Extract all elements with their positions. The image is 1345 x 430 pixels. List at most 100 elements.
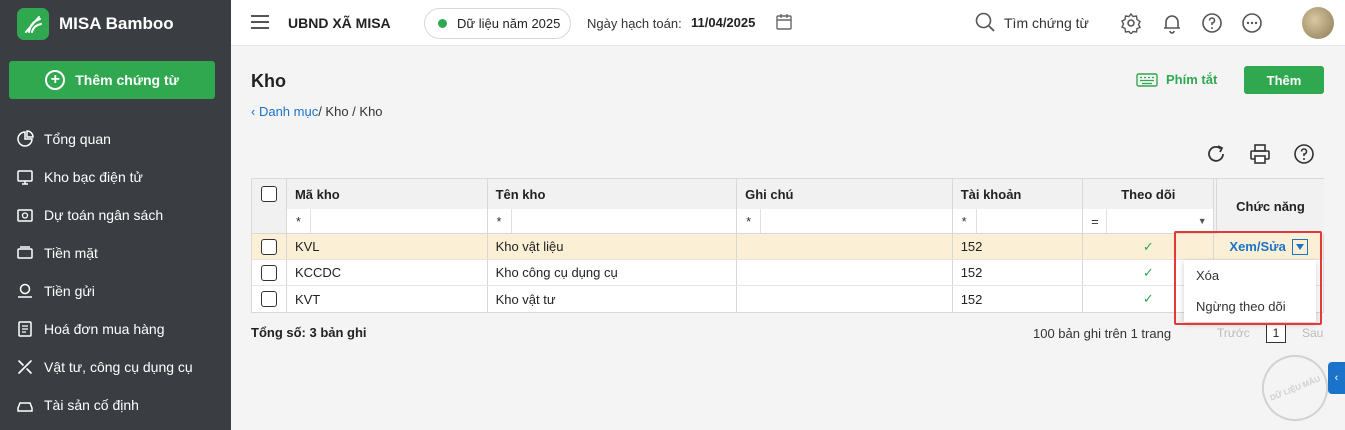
status-dot-icon [438,19,447,28]
pie-chart-icon [15,129,35,149]
breadcrumb-back-link[interactable]: ‹ Danh mục [251,104,318,119]
cash-icon [15,243,35,263]
sidebar-item-overview[interactable]: Tổng quan [0,120,231,158]
cell-note [737,260,953,285]
user-avatar[interactable] [1302,7,1334,39]
tools-icon [15,357,35,377]
sidebar-item-label: Tiền gửi [44,283,95,299]
cell-code: KCCDC [287,260,488,285]
filter-input-code[interactable] [311,209,487,233]
print-icon[interactable] [1249,143,1271,165]
search-input[interactable]: Tìm chứng từ [1004,15,1089,31]
data-year-label: Dữ liệu năm 2025 [457,16,561,31]
row-checkbox[interactable] [260,238,277,255]
cell-code: KVT [287,286,488,312]
add-button[interactable]: Thêm [1244,66,1324,94]
posting-date-label: Ngày hạch toán: [587,16,682,31]
cell-name: Kho vật tư [488,286,738,312]
table-row[interactable]: KVT Kho vật tư 152 ✓ [252,286,1323,312]
column-header-name[interactable]: Tên kho [488,179,738,209]
more-options-icon[interactable] [1241,12,1263,34]
sidebar: MISA Bamboo + Thêm chứng từ Tổng quan Kh… [0,0,231,430]
sidebar-item-label: Tiền mặt [44,245,98,261]
current-page[interactable]: 1 [1266,323,1286,343]
calendar-icon[interactable] [775,13,793,31]
cell-account: 152 [953,286,1084,312]
filter-input-account[interactable] [977,209,1083,233]
cell-name: Kho vật liệu [488,234,738,259]
filter-operator[interactable]: * [488,209,512,233]
cell-name: Kho công cụ dụng cụ [488,260,738,285]
cell-account: 152 [953,234,1084,259]
sidebar-item-label: Kho bạc điện tử [44,169,143,185]
data-year-selector[interactable]: Dữ liệu năm 2025 [424,8,571,39]
chevron-down-icon[interactable]: ▼ [1191,216,1213,226]
filter-operator[interactable]: * [737,209,762,233]
prev-page-button[interactable]: Trước [1217,326,1250,340]
refresh-icon[interactable] [1205,143,1227,165]
add-document-button[interactable]: + Thêm chứng từ [9,61,215,99]
sample-data-watermark: DỮ LIỆU MẪU [1252,345,1338,430]
page-size-selector[interactable]: 100 bản ghi trên 1 trang [1033,326,1171,341]
app-name: MISA Bamboo [59,14,174,33]
brand[interactable]: MISA Bamboo [0,0,231,48]
column-header-account[interactable]: Tài khoản [953,179,1084,209]
sidebar-item-cash[interactable]: Tiền mặt [0,234,231,272]
page-title: Kho [251,71,286,91]
budget-icon [15,205,35,225]
sidebar-item-budget[interactable]: Dự toán ngân sách [0,196,231,234]
table-row[interactable]: KCCDC Kho công cụ dụng cụ 152 ✓ [252,260,1323,286]
add-document-label: Thêm chứng từ [75,72,179,88]
sidebar-item-label: Tổng quan [44,131,111,147]
asset-icon [15,395,35,415]
search-icon[interactable] [974,11,996,33]
checkmark-icon: ✓ [1142,238,1154,254]
column-header-code[interactable]: Mã kho [287,179,488,209]
filter-operator[interactable]: = [1083,209,1108,233]
posting-date-value[interactable]: 11/04/2025 [691,15,755,30]
row-checkbox[interactable] [260,291,277,307]
checkmark-icon: ✓ [1142,291,1154,306]
plus-circle-icon: + [45,70,66,90]
select-all-checkbox[interactable] [260,186,277,202]
table-row[interactable]: KVL Kho vật liệu 152 ✓ Xem/Sửa [252,234,1323,260]
cell-code: KVL [287,234,488,259]
hamburger-menu-icon[interactable] [251,15,269,29]
sidebar-item-label: Vật tư, công cụ dụng cụ [44,359,193,375]
cell-note [737,286,953,312]
sidebar-item-label: Hoá đơn mua hàng [44,321,165,337]
help-icon[interactable] [1201,12,1223,34]
collapse-panel-tab[interactable]: ‹ [1328,362,1345,394]
help-circle-icon[interactable] [1293,143,1315,165]
total-records: Tổng số: 3 bản ghi [251,325,367,340]
next-page-button[interactable]: Sau [1302,326,1323,340]
sidebar-item-label: Dự toán ngân sách [44,207,164,223]
chevron-left-icon: ‹ [1334,372,1339,384]
sidebar-item-treasury[interactable]: Kho bạc điện tử [0,158,231,196]
row-checkbox[interactable] [260,264,277,281]
filter-operator[interactable]: * [287,209,311,233]
organization-name[interactable]: UBND XÃ MISA [288,15,391,31]
shortcut-label: Phím tắt [1166,72,1218,87]
checkmark-icon: ✓ [1142,264,1154,280]
keyboard-icon [1136,72,1158,87]
invoice-icon [15,319,35,339]
sidebar-item-fixed-assets[interactable]: Tài sản cố định [0,386,231,424]
shortcut-button[interactable]: Phím tắt [1136,72,1217,87]
cell-note [737,234,953,259]
filter-input-note[interactable] [761,209,952,233]
bell-icon[interactable] [1161,12,1183,34]
settings-gear-icon[interactable] [1120,12,1142,34]
column-header-tracking[interactable]: Theo dõi [1083,179,1215,209]
cell-account: 152 [953,260,1084,285]
column-header-actions: Chức năng [1216,179,1324,234]
sidebar-item-deposit[interactable]: Tiền gửi [0,272,231,310]
breadcrumb: ‹ Danh mục / Kho / Kho [251,104,383,119]
filter-operator[interactable]: * [953,209,977,233]
filter-row: * * * * = ▼ [252,209,1323,234]
filter-select-tracking[interactable] [1107,209,1191,233]
sidebar-item-supplies[interactable]: Vật tư, công cụ dụng cụ [0,348,231,386]
filter-input-name[interactable] [512,209,737,233]
sidebar-item-purchase-invoice[interactable]: Hoá đơn mua hàng [0,310,231,348]
column-header-note[interactable]: Ghi chú [737,179,953,209]
